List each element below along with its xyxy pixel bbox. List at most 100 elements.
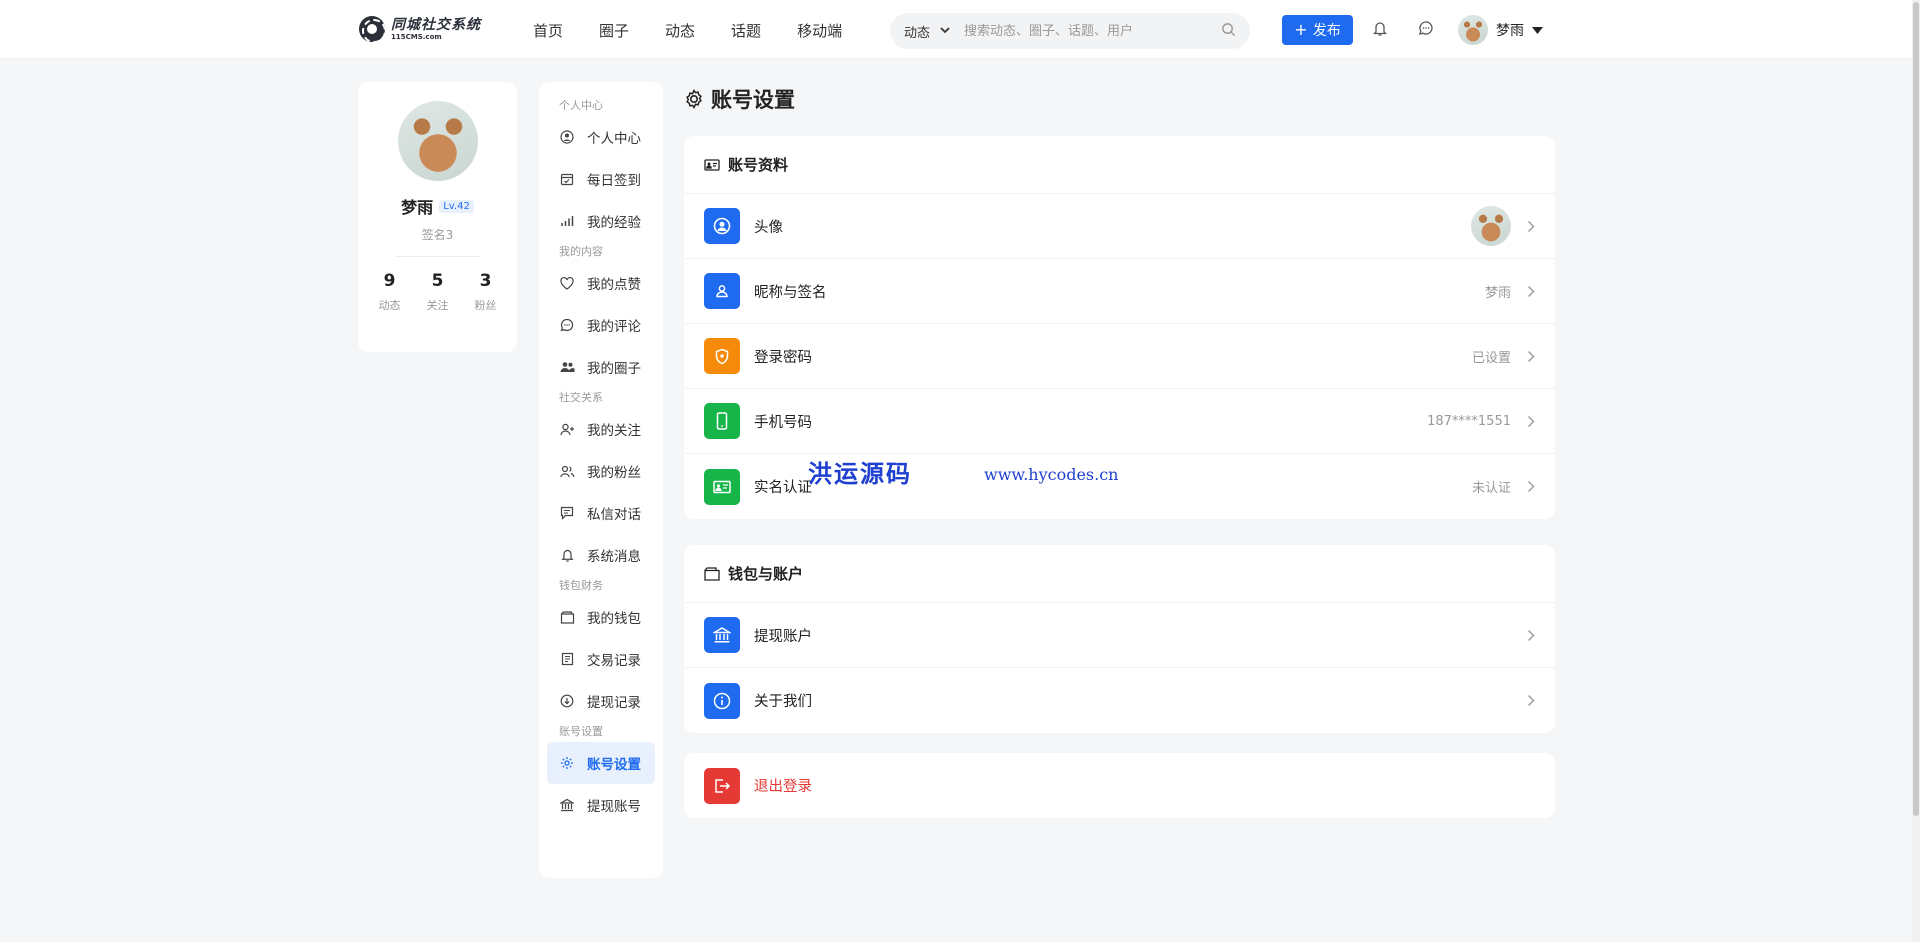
sidebar-item-label: 我的关注 (587, 423, 641, 439)
row-withdraw-account[interactable]: 提现账户 (684, 603, 1555, 668)
row-label: 头像 (754, 219, 783, 236)
sidebar-item-messages[interactable]: 私信对话 (547, 492, 655, 534)
stat-fans[interactable]: 3 粉丝 (462, 271, 510, 313)
wallet-icon (559, 609, 575, 625)
stat-posts[interactable]: 9 动态 (366, 271, 414, 313)
section-title: 账号资料 (728, 156, 789, 174)
profile-avatar[interactable] (397, 101, 478, 181)
row-nickname[interactable]: 昵称与签名 梦雨 (684, 259, 1555, 324)
logout-section: 退出登录 (684, 753, 1555, 818)
site-logo[interactable]: 同城社交系统 115CMS.com (359, 16, 481, 42)
watermark-url: www.hycodes.cn (984, 465, 1119, 484)
profile-name: 梦雨 (401, 198, 434, 217)
shield-icon (704, 338, 740, 374)
sidebar-item-wallet[interactable]: 我的钱包 (547, 596, 655, 638)
page-title: 账号设置 (683, 84, 795, 114)
sidebar-item-label: 提现账号 (587, 799, 641, 815)
bell-icon (559, 547, 575, 563)
menu-group-title: 钱包财务 (559, 579, 603, 592)
avatar (1458, 15, 1488, 45)
sidebar-item-withdraw-account[interactable]: 提现账号 (547, 784, 655, 826)
row-phone[interactable]: 手机号码 187****1551 (684, 389, 1555, 454)
message-square-icon (559, 505, 575, 521)
search-icon[interactable] (1221, 22, 1236, 41)
chat-icon[interactable] (1418, 20, 1434, 40)
row-about[interactable]: 关于我们 (684, 668, 1555, 733)
avatar (1471, 206, 1511, 246)
user-circle-icon (559, 129, 575, 145)
sidebar-item-fans[interactable]: 我的粉丝 (547, 450, 655, 492)
nav-feed[interactable]: 动态 (665, 20, 695, 41)
caret-down-icon (1532, 24, 1543, 37)
nav-home[interactable]: 首页 (533, 20, 563, 41)
watermark-text: 洪运源码 (808, 459, 912, 488)
heart-icon (559, 275, 575, 291)
calendar-check-icon (559, 171, 575, 187)
sidebar-item-comments[interactable]: 我的评论 (547, 304, 655, 346)
info-icon (704, 682, 740, 719)
logout-label: 退出登录 (754, 779, 812, 795)
sidebar-item-transactions[interactable]: 交易记录 (547, 638, 655, 680)
stat-following[interactable]: 5 关注 (414, 271, 462, 313)
sidebar-item-label: 系统消息 (587, 549, 641, 565)
bell-icon[interactable] (1372, 20, 1388, 41)
row-password[interactable]: 登录密码 已设置 (684, 324, 1555, 389)
sidebar-item-label: 个人中心 (587, 131, 641, 147)
row-avatar[interactable]: 头像 (684, 194, 1555, 259)
row-label: 关于我们 (754, 694, 812, 710)
profile-stats: 9 动态 5 关注 3 粉丝 (358, 271, 517, 313)
scrollbar-thumb[interactable] (1913, 2, 1919, 816)
nav-mobile[interactable]: 移动端 (797, 20, 842, 41)
comment-icon (559, 317, 575, 333)
sidebar-item-experience[interactable]: 我的经验 (547, 200, 655, 242)
plus-icon: + (1294, 20, 1308, 39)
search-type-label: 动态 (904, 25, 931, 41)
sidebar-item-likes[interactable]: 我的点赞 (547, 262, 655, 304)
sidebar-item-label: 我的点赞 (587, 277, 641, 293)
section-header: 钱包与账户 (684, 545, 1555, 603)
row-label: 登录密码 (754, 349, 812, 366)
sidebar-item-label: 我的经验 (587, 215, 641, 231)
receipt-icon (559, 651, 575, 667)
logo-icon (359, 16, 385, 42)
sidebar-item-profile-center[interactable]: 个人中心 (547, 116, 655, 158)
sidebar-item-circles[interactable]: 我的圈子 (547, 346, 655, 388)
search-type-select[interactable]: 动态 (904, 22, 950, 41)
menu-group-title: 账号设置 (559, 725, 603, 738)
sidebar-item-withdraw-records[interactable]: 提现记录 (547, 680, 655, 722)
row-label: 手机号码 (754, 414, 812, 431)
users-icon (559, 359, 575, 375)
search-input[interactable] (964, 23, 1195, 39)
user-menu[interactable]: 梦雨 (1458, 15, 1543, 45)
chevron-right-icon (1527, 694, 1535, 707)
nav-topics[interactable]: 话题 (731, 20, 761, 41)
chevron-right-icon (1527, 285, 1535, 298)
users-outline-icon (559, 463, 575, 479)
sidebar-item-account-settings[interactable]: 账号设置 (547, 742, 655, 784)
user-circle-icon (704, 208, 740, 244)
page-title-text: 账号设置 (711, 88, 795, 112)
id-card-icon (704, 158, 720, 171)
profile-signature: 签名3 (421, 228, 454, 242)
bar-chart-icon (559, 213, 575, 229)
logout-icon (704, 767, 740, 804)
section-title: 钱包与账户 (728, 565, 804, 583)
stat-label: 粉丝 (474, 299, 497, 312)
sidebar-item-following[interactable]: 我的关注 (547, 408, 655, 450)
logo-title: 同城社交系统 (391, 16, 481, 33)
chevron-right-icon (1527, 350, 1535, 363)
publish-button[interactable]: + 发布 (1282, 15, 1353, 45)
nav-circles[interactable]: 圈子 (599, 20, 629, 41)
user-icon (704, 273, 740, 309)
stat-number: 9 (383, 271, 396, 291)
sidebar-item-notices[interactable]: 系统消息 (547, 534, 655, 576)
chevron-right-icon (1527, 415, 1535, 428)
logout-button[interactable]: 退出登录 (684, 753, 1555, 818)
wallet-icon (704, 566, 720, 581)
bank-icon (559, 797, 575, 813)
chevron-right-icon (1527, 480, 1535, 493)
id-card-icon (704, 468, 740, 505)
sidebar-item-checkin[interactable]: 每日签到 (547, 158, 655, 200)
top-navbar: 同城社交系统 115CMS.com 首页 圈子 动态 话题 移动端 动态 + 发… (0, 0, 1912, 59)
row-value: 梦雨 (1484, 285, 1511, 301)
